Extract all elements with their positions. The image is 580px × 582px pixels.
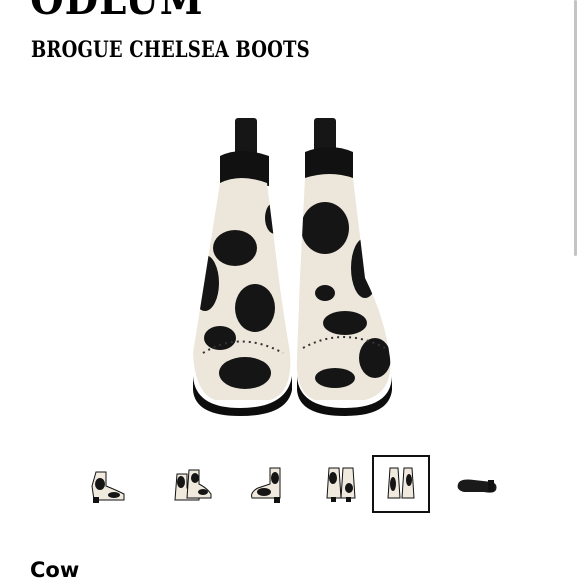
boot-profile-icon <box>251 467 281 503</box>
thumbnail-4[interactable] <box>313 455 371 513</box>
boot-sole-icon <box>457 479 497 493</box>
thumbnail-5-selected[interactable] <box>372 455 430 513</box>
color-label: Cow <box>30 558 80 582</box>
thumbnail-3[interactable] <box>238 455 296 513</box>
boot-front-pair-icon <box>387 467 415 499</box>
brand-name: ODLUM <box>30 0 203 22</box>
boot-pair-angle-icon <box>174 469 212 501</box>
main-product-image <box>175 108 405 418</box>
boot-back-pair-icon <box>326 467 356 502</box>
product-title: BROGUE CHELSEA BOOTS <box>31 37 310 63</box>
thumbnail-2[interactable] <box>163 455 221 513</box>
boot-side-icon <box>91 471 125 503</box>
thumbnail-strip <box>70 455 520 515</box>
boots-illustration <box>193 118 392 416</box>
thumbnail-1[interactable] <box>76 455 134 513</box>
thumbnail-6[interactable] <box>448 455 506 513</box>
scrollbar[interactable] <box>574 0 577 256</box>
